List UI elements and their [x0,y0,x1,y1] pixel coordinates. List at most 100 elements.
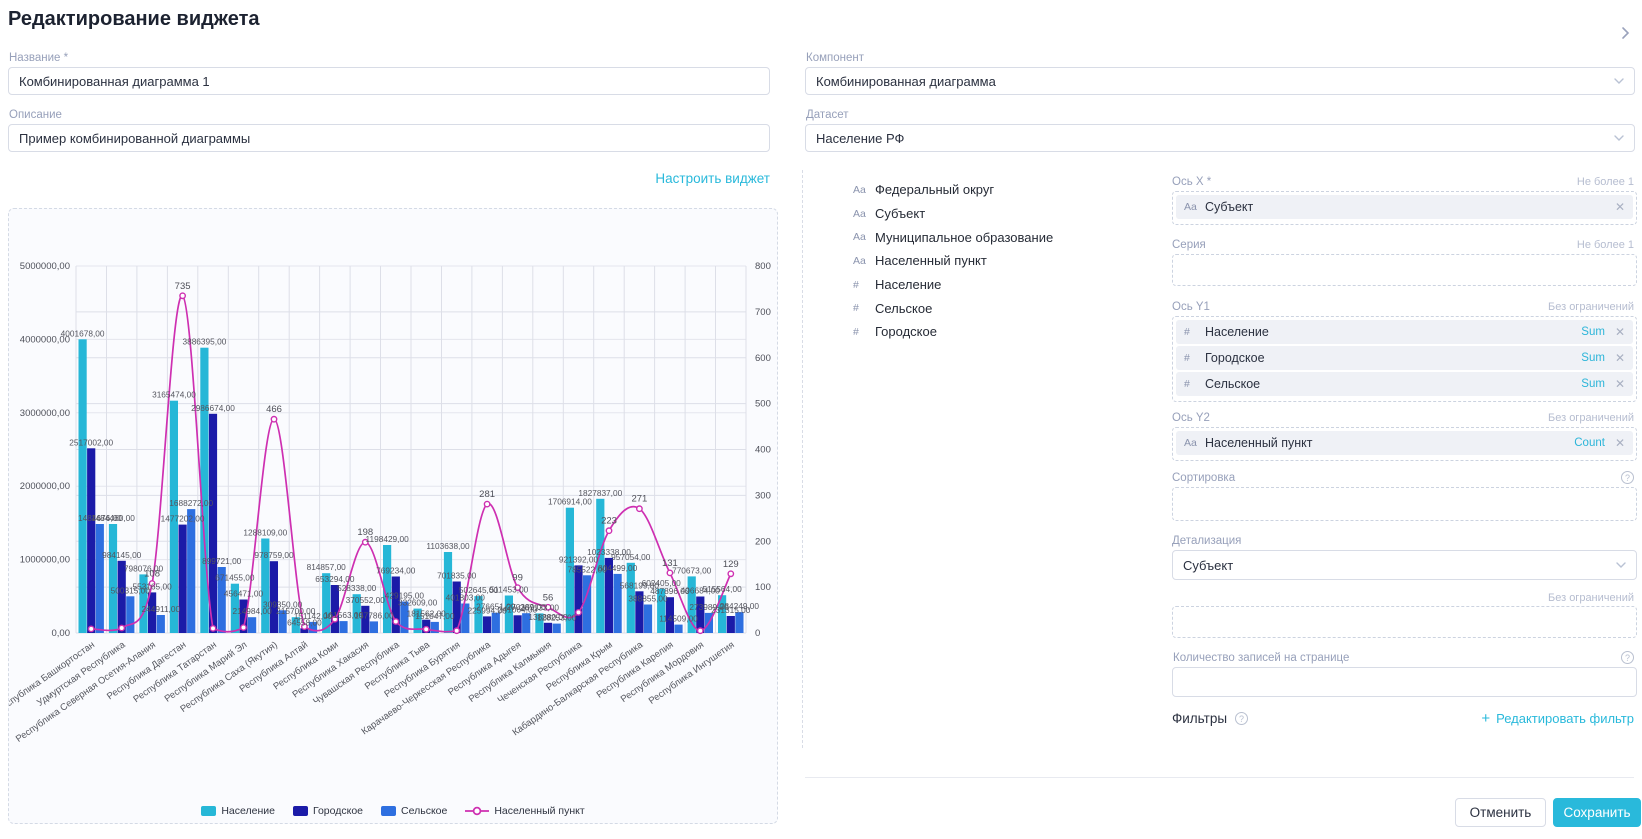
aggregation-tag[interactable]: Count [1574,437,1605,449]
save-button[interactable]: Сохранить [1553,798,1641,827]
svg-text:332609,00: 332609,00 [398,598,438,608]
component-select[interactable]: Комбинированная диаграмма [805,67,1635,95]
dataset-field-item[interactable]: #Население [853,273,1053,297]
axis-y1-dropzone[interactable]: #Население Sum✕#Городское Sum✕#Сельское … [1172,316,1637,402]
svg-text:2517002,00: 2517002,00 [69,437,113,447]
help-icon[interactable]: ? [1621,651,1634,664]
field-chip[interactable]: AaНаселенный пункт Count✕ [1176,431,1633,455]
field-type-icon: # [853,326,868,338]
svg-text:978759,00: 978759,00 [254,550,294,560]
axis-y2-hint: Без ограничений [1548,412,1634,424]
sorting-label: Сортировка [1172,472,1235,484]
field-type-icon: Aa [1184,437,1199,449]
svg-text:800: 800 [755,261,771,272]
axis-y2-dropzone[interactable]: AaНаселенный пункт Count✕ [1172,427,1637,461]
svg-text:3000000,00: 3000000,00 [20,408,70,419]
svg-text:200: 200 [755,536,771,547]
axis-x-dropzone[interactable]: AaСубъект ✕ [1172,191,1637,225]
detailing-dropzone[interactable] [1172,606,1637,638]
filters-label: Фильтры [1172,711,1227,726]
detailing-select[interactable]: Субъект [1172,550,1637,580]
remove-icon[interactable]: ✕ [1615,325,1625,339]
svg-text:0: 0 [755,628,760,639]
field-type-icon: Aa [853,231,868,243]
dataset-field-item[interactable]: AaСубъект [853,202,1053,226]
dataset-fields-list: AaФедеральный округAaСубъектAaМуниципаль… [853,178,1053,344]
dataset-field-item[interactable]: #Городское [853,320,1053,344]
svg-text:370552,00: 370552,00 [346,595,386,605]
configure-widget-link[interactable]: Настроить виджет [8,171,770,186]
svg-text:129: 129 [723,559,739,570]
edit-filter-link[interactable]: + Редактировать фильтр [1481,711,1634,726]
cancel-button[interactable]: Отменить [1455,798,1546,827]
svg-text:1000000,00: 1000000,00 [20,555,70,566]
svg-text:984145,00: 984145,00 [102,550,142,560]
svg-text:466: 466 [266,404,282,415]
chevron-down-icon [1614,135,1624,141]
name-input[interactable] [8,67,770,95]
help-icon[interactable]: ? [1621,471,1634,484]
remove-icon[interactable]: ✕ [1615,351,1625,365]
dataset-field-item[interactable]: AaФедеральный округ [853,178,1053,202]
aggregation-tag[interactable]: Sum [1581,352,1605,364]
axis-y1-hint: Без ограничений [1548,301,1634,313]
svg-text:99: 99 [512,573,523,584]
dataset-value: Население РФ [816,131,904,146]
svg-text:804499,00: 804499,00 [598,563,638,573]
svg-text:108: 108 [144,569,160,580]
field-chip[interactable]: AaСубъект ✕ [1176,195,1633,219]
svg-text:1688272,00: 1688272,00 [169,498,213,508]
field-chip[interactable]: #Население Sum✕ [1176,320,1633,344]
chart-preview-panel: 5000000,004000000,003000000,002000000,00… [8,208,778,824]
dataset-field-item[interactable]: AaНаселенный пункт [853,249,1053,273]
legend-swatch [381,806,396,816]
svg-text:151047,00: 151047,00 [415,611,455,621]
svg-text:300: 300 [755,490,771,501]
dataset-select[interactable]: Население РФ [805,124,1635,152]
legend-item[interactable]: Сельское [381,805,447,817]
svg-text:456471,00: 456471,00 [224,589,264,599]
page-size-input[interactable] [1172,667,1637,697]
remove-icon[interactable]: ✕ [1615,200,1625,214]
field-type-icon: Aa [853,208,868,220]
remove-icon[interactable]: ✕ [1615,377,1625,391]
svg-text:3886395,00: 3886395,00 [182,337,226,347]
component-value: Комбинированная диаграмма [816,74,996,89]
detailing-label: Детализация [1172,535,1241,547]
series-label: Серия [1172,239,1206,251]
legend-item[interactable]: Населенный пункт [465,805,584,817]
svg-text:770673,00: 770673,00 [672,565,712,575]
field-type-icon: # [853,279,868,291]
svg-text:157786,00: 157786,00 [354,610,394,620]
sorting-dropzone[interactable] [1172,487,1637,521]
svg-text:128253,00: 128253,00 [537,613,577,623]
field-chip[interactable]: #Сельское Sum✕ [1176,372,1633,396]
remove-icon[interactable]: ✕ [1615,436,1625,450]
svg-text:3165474,00: 3165474,00 [152,390,196,400]
chevron-down-icon [1614,78,1624,84]
pane-divider [802,170,803,748]
legend-item[interactable]: Городское [293,805,363,817]
svg-text:1827837,00: 1827837,00 [578,488,622,498]
legend-swatch [201,806,216,816]
collapse-panel-icon[interactable] [1621,26,1630,45]
svg-text:5000000,00: 5000000,00 [20,261,70,272]
svg-text:281: 281 [479,489,495,500]
aggregation-tag[interactable]: Sum [1581,378,1605,390]
description-input[interactable] [8,124,770,152]
dataset-field-item[interactable]: #Сельское [853,296,1053,320]
field-chip[interactable]: #Городское Sum✕ [1176,346,1633,370]
series-dropzone[interactable] [1172,254,1637,286]
legend-item[interactable]: Население [201,805,275,817]
svg-text:114509,00: 114509,00 [659,614,698,624]
help-icon[interactable]: ? [1235,712,1248,725]
svg-text:515564,00: 515564,00 [702,584,742,594]
aggregation-tag[interactable]: Sum [1581,326,1605,338]
dataset-field-item[interactable]: AaМуниципальное образование [853,225,1053,249]
svg-text:1103638,00: 1103638,00 [426,541,470,551]
legend-line-marker [465,805,489,817]
svg-text:131: 131 [662,558,678,569]
field-type-icon: # [853,302,868,314]
svg-text:244911,00: 244911,00 [141,604,180,614]
svg-text:500: 500 [755,399,771,410]
